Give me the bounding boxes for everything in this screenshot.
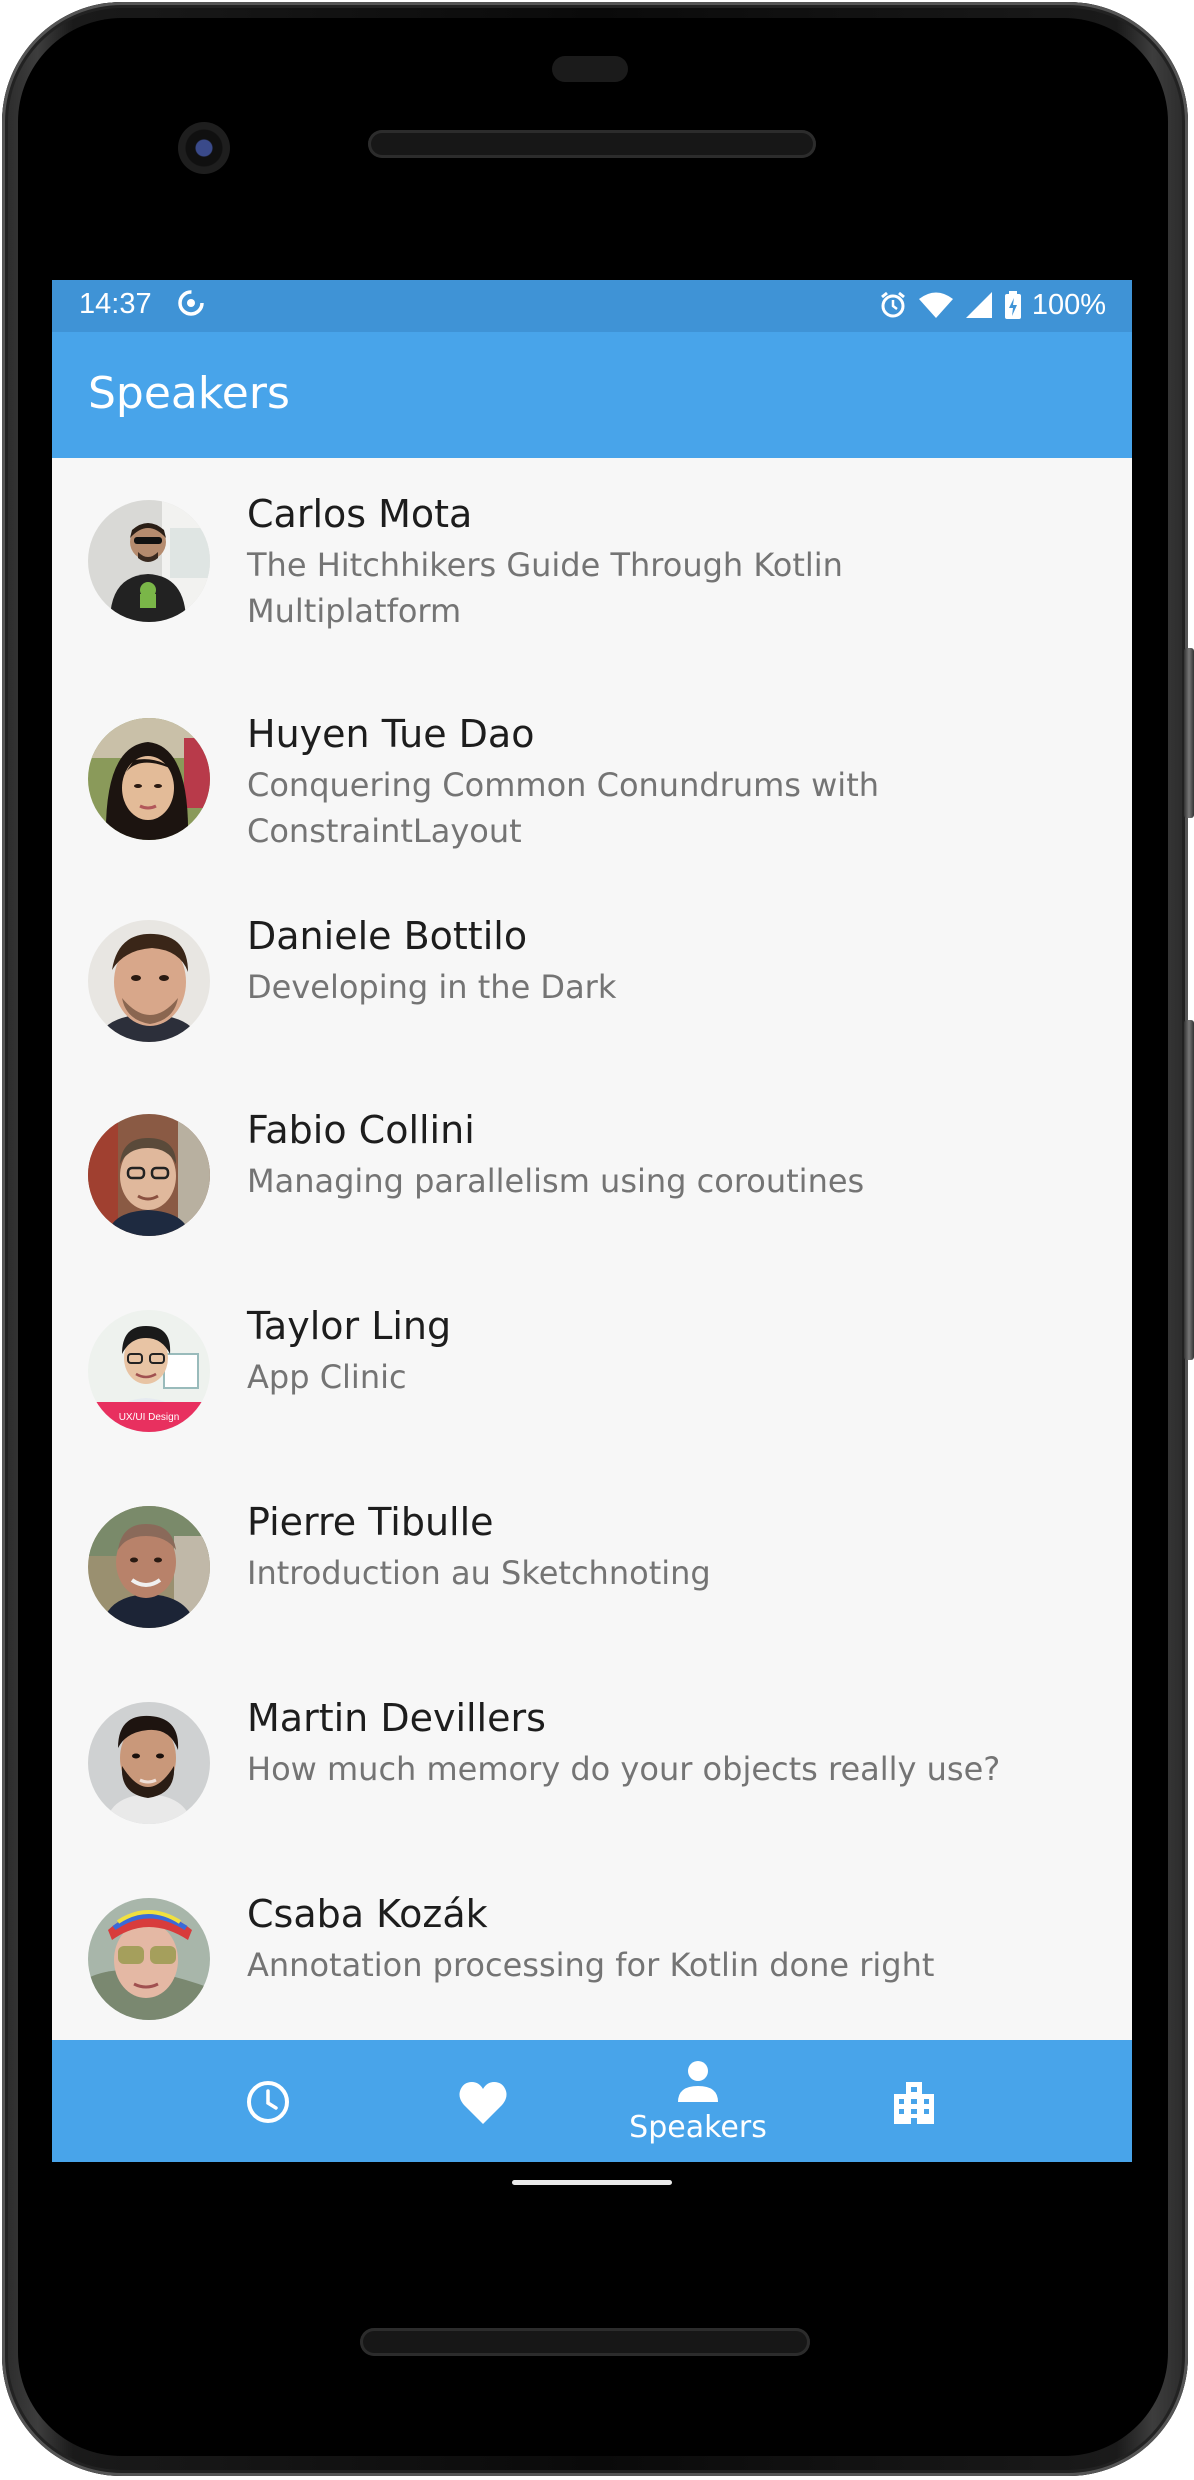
app-screen: 14:37 100% Speakers Carlos Mota The Hitc… bbox=[52, 280, 1132, 2162]
nav-favorites[interactable] bbox=[383, 2040, 583, 2162]
speaker-name: Daniele Bottilo bbox=[247, 914, 528, 958]
status-bar: 14:37 100% bbox=[52, 280, 1132, 332]
battery-charging-icon bbox=[1004, 291, 1021, 319]
building-icon bbox=[894, 2082, 934, 2124]
talk-title: Introduction au Sketchnoting bbox=[247, 1554, 711, 1592]
avatar-caption: UX/UI Design bbox=[119, 1412, 180, 1423]
talk-title: Developing in the Dark bbox=[247, 968, 617, 1006]
speaker-row[interactable]: Huyen Tue Dao Conquering Common Conundru… bbox=[52, 678, 1132, 884]
bottom-navigation: Speakers bbox=[52, 2040, 1132, 2162]
talk-title: Conquering Common Conundrums with Constr… bbox=[247, 766, 880, 850]
heart-icon bbox=[459, 2082, 507, 2124]
speaker-avatar bbox=[88, 1114, 210, 1236]
speaker-avatar bbox=[88, 1898, 210, 2020]
power-button bbox=[1184, 648, 1194, 818]
speaker-row[interactable]: UX/UI Design Taylor Ling App Clinic bbox=[52, 1276, 1132, 1472]
talk-title: Annotation processing for Kotlin done ri… bbox=[247, 1946, 935, 1984]
talk-title: How much memory do your objects really u… bbox=[247, 1750, 1001, 1788]
speaker-avatar bbox=[88, 920, 210, 1042]
nav-speakers[interactable]: Speakers bbox=[598, 2040, 798, 2162]
nav-speakers-label: Speakers bbox=[629, 2110, 767, 2145]
battery-percent: 100% bbox=[1031, 288, 1106, 321]
speaker-name: Carlos Mota bbox=[247, 492, 473, 536]
speaker-row[interactable]: Carlos Mota The Hitchhikers Guide Throug… bbox=[52, 458, 1132, 678]
speaker-name: Fabio Collini bbox=[247, 1108, 475, 1152]
speaker-name: Csaba Kozák bbox=[247, 1892, 488, 1936]
talk-title: Managing parallelism using coroutines bbox=[247, 1162, 865, 1200]
speaker-name: Taylor Ling bbox=[247, 1304, 452, 1348]
front-camera bbox=[178, 122, 230, 174]
speaker-avatar bbox=[88, 1702, 210, 1824]
wifi-icon bbox=[918, 292, 953, 318]
speaker-name: Pierre Tibulle bbox=[247, 1500, 494, 1544]
speaker-row[interactable]: Fabio Collini Managing parallelism using… bbox=[52, 1080, 1132, 1276]
speaker-avatar bbox=[88, 1506, 210, 1628]
speaker-row[interactable]: Daniele Bottilo Developing in the Dark bbox=[52, 884, 1132, 1080]
earpiece-speaker bbox=[368, 130, 816, 158]
volume-button bbox=[1184, 1020, 1194, 1360]
clock-icon bbox=[247, 2081, 289, 2123]
signal-icon bbox=[965, 292, 992, 318]
speaker-name: Martin Devillers bbox=[247, 1696, 546, 1740]
bottom-speaker bbox=[360, 2328, 810, 2356]
speaker-avatar: UX/UI Design bbox=[88, 1310, 210, 1432]
data-saver-icon bbox=[178, 290, 204, 316]
speaker-avatar bbox=[88, 500, 210, 622]
speaker-row[interactable]: Csaba Kozák Annotation processing for Ko… bbox=[52, 1864, 1132, 2060]
person-icon bbox=[678, 2061, 718, 2102]
speaker-avatar bbox=[88, 718, 210, 840]
talk-title: App Clinic bbox=[247, 1358, 407, 1396]
page-title: Speakers bbox=[88, 368, 290, 419]
alarm-icon bbox=[880, 291, 905, 318]
phone-device: 14:37 100% Speakers Carlos Mota The Hitc… bbox=[0, 0, 1194, 2480]
app-bar: Speakers bbox=[52, 332, 1132, 458]
nav-schedule[interactable] bbox=[168, 2040, 368, 2162]
status-time: 14:37 bbox=[79, 288, 152, 320]
speaker-row[interactable]: Pierre Tibulle Introduction au Sketchnot… bbox=[52, 1472, 1132, 1668]
speaker-row[interactable]: Martin Devillers How much memory do your… bbox=[52, 1668, 1132, 1864]
status-icons: 100% bbox=[878, 288, 1106, 322]
talk-title: The Hitchhikers Guide Through Kotlin Mul… bbox=[247, 546, 843, 630]
speaker-name: Huyen Tue Dao bbox=[247, 712, 535, 756]
nav-venue[interactable] bbox=[814, 2040, 1014, 2162]
home-indicator[interactable] bbox=[512, 2180, 672, 2185]
top-sensor bbox=[552, 56, 628, 82]
